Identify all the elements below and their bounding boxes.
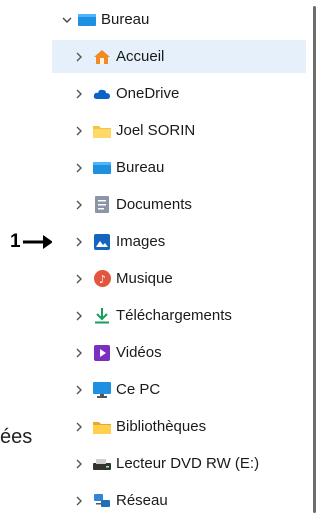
tree-item-label: Bureau <box>116 159 165 176</box>
tree-item-label: Téléchargements <box>116 307 232 324</box>
tree-item-label: Documents <box>116 196 192 213</box>
tree-item-musique[interactable]: ♪ Musique <box>52 262 306 295</box>
cloud-icon <box>93 85 111 103</box>
chevron-right-icon[interactable] <box>72 272 86 286</box>
tree-item-label: Bibliothèques <box>116 418 207 435</box>
chevron-down-icon[interactable] <box>60 13 74 27</box>
navigation-pane: Bureau Accueil OneDrive Joel SORIN Burea… <box>52 0 306 519</box>
tree-item-label: Ce PC <box>116 381 161 398</box>
tree-item-joel-sorin[interactable]: Joel SORIN <box>52 114 306 147</box>
tree-item-ce-pc[interactable]: Ce PC <box>52 373 306 406</box>
tree-item-dvd-drive[interactable]: Lecteur DVD RW (E:) <box>52 447 306 480</box>
chevron-right-icon[interactable] <box>72 420 86 434</box>
tree-item-accueil[interactable]: Accueil <box>52 40 306 73</box>
clipped-content-text: ées <box>0 426 33 448</box>
tree-item-label: Réseau <box>116 492 168 509</box>
tree-item-bureau[interactable]: Bureau <box>52 151 306 184</box>
chevron-right-icon[interactable] <box>72 50 86 64</box>
tree-item-label: OneDrive <box>116 85 180 102</box>
arrow-right-icon <box>22 235 53 249</box>
library-folder-icon <box>93 418 111 436</box>
folder-icon <box>93 122 111 140</box>
tree-item-images[interactable]: Images <box>52 225 306 258</box>
home-icon <box>93 48 111 66</box>
download-icon <box>93 307 111 325</box>
chevron-right-icon[interactable] <box>72 161 86 175</box>
chevron-right-icon[interactable] <box>72 124 86 138</box>
tree-item-onedrive[interactable]: OneDrive <box>52 77 306 110</box>
tree-item-label: Lecteur DVD RW (E:) <box>116 455 260 472</box>
chevron-right-icon[interactable] <box>72 383 86 397</box>
chevron-right-icon[interactable] <box>72 198 86 212</box>
tree-item-label: Accueil <box>116 48 165 65</box>
tree-item-videos[interactable]: Vidéos <box>52 336 306 369</box>
tree-item-reseau[interactable]: Réseau <box>52 484 306 517</box>
document-icon <box>93 196 111 214</box>
annotation-number: 1 <box>10 231 21 252</box>
chevron-right-icon[interactable] <box>72 87 86 101</box>
tree-root-bureau[interactable]: Bureau <box>52 3 306 36</box>
desktop-icon <box>93 159 111 177</box>
svg-text:♪: ♪ <box>99 273 106 286</box>
video-icon <box>93 344 111 362</box>
tree-item-bibliotheques[interactable]: Bibliothèques <box>52 410 306 443</box>
desktop-icon <box>78 11 96 29</box>
tree-item-label: Joel SORIN <box>116 122 196 139</box>
scrollbar-thumb[interactable] <box>313 6 316 513</box>
tree-item-label: Musique <box>116 270 173 287</box>
computer-icon <box>93 381 111 399</box>
tree-item-label: Vidéos <box>116 344 162 361</box>
chevron-right-icon[interactable] <box>72 457 86 471</box>
chevron-right-icon[interactable] <box>72 346 86 360</box>
chevron-right-icon[interactable] <box>72 235 86 249</box>
chevron-right-icon[interactable] <box>72 494 86 508</box>
network-icon <box>93 492 111 510</box>
dvd-drive-icon <box>93 455 111 473</box>
chevron-right-icon[interactable] <box>72 309 86 323</box>
tree-root-label: Bureau <box>101 11 150 28</box>
tree-item-telechargements[interactable]: Téléchargements <box>52 299 306 332</box>
annotation-marker: 1 <box>10 230 53 254</box>
tree-item-label: Images <box>116 233 166 250</box>
music-icon: ♪ <box>93 270 111 288</box>
tree-item-documents[interactable]: Documents <box>52 188 306 221</box>
image-icon <box>93 233 111 251</box>
